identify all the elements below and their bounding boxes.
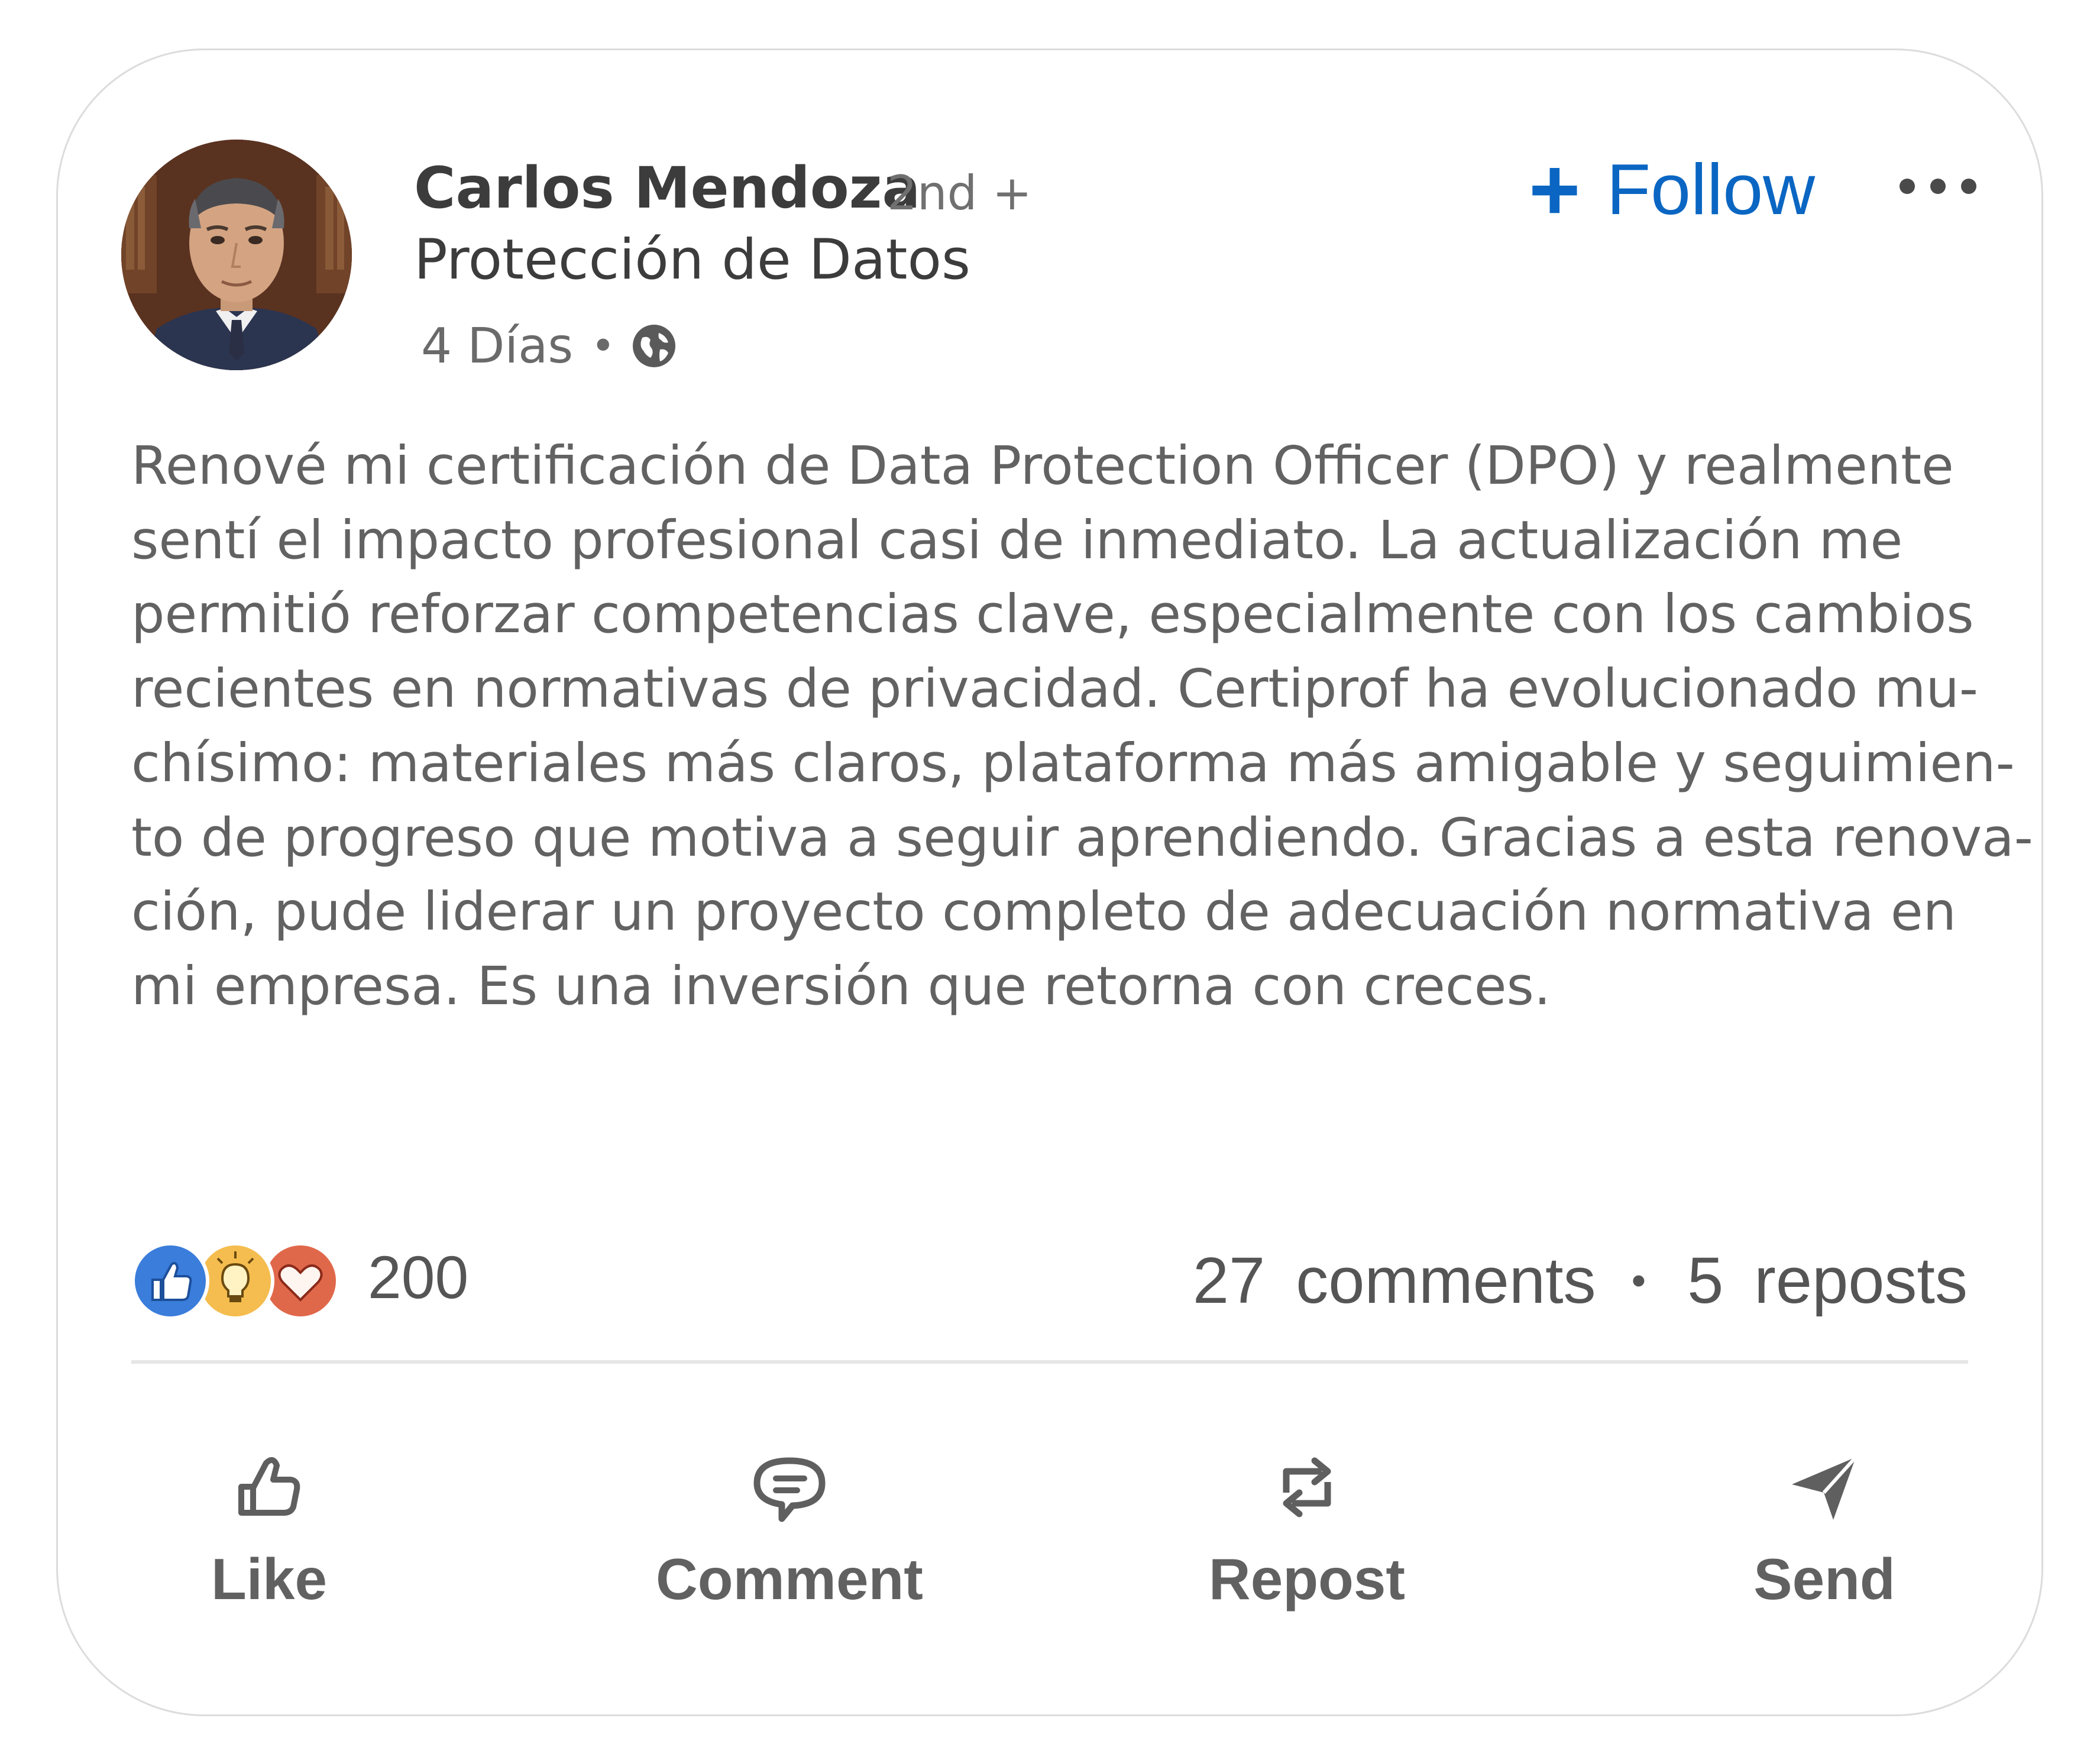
post-body-line: Renové mi certificación de Data Protecti… [131,435,1954,496]
post-body-line: ción, pude liderar un proyecto completo … [131,881,1957,943]
more-dot [1930,179,1946,194]
follow-button[interactable]: + Follow [1529,145,1815,234]
post-meta: 4 Días • [421,313,678,378]
comment-button[interactable]: Comment [642,1443,937,1613]
like-reaction-icon [131,1242,209,1320]
reaction-count: 200 [368,1243,469,1311]
post-body-line: recientes en normativas de privacidad. C… [131,658,1978,720]
social-counts: 27 comments • 5 reposts [1193,1236,1968,1325]
comment-label: Comment [656,1546,923,1612]
comments-link[interactable]: comments [1296,1243,1596,1318]
post-body-line: to de progreso que motiva a seguir apren… [131,806,2033,868]
meta-separator: • [591,322,616,370]
repost-label: Repost [1208,1546,1406,1612]
send-icon [1792,1455,1858,1520]
follow-label: Follow [1606,149,1816,229]
author-avatar[interactable] [121,140,352,370]
post-body-line: chísimo: materiales más claros, platafor… [131,732,2015,794]
avatar-portrait [121,140,352,370]
comments-count[interactable]: 27 [1193,1243,1265,1318]
more-dot [1900,179,1915,194]
connection-degree: 2nd + [887,166,1032,221]
counts-separator: • [1631,1257,1646,1303]
post-body-line: mi empresa. Es una inversión que retorna… [131,954,1551,1017]
post-body-line: sentí el impacto profesional casi de inm… [131,509,1903,571]
like-button[interactable]: Like [121,1443,417,1613]
plus-icon: + [1529,140,1581,239]
reaction-icons [131,1236,344,1320]
author-headline: Protección de Datos [414,228,970,292]
more-options-icon[interactable] [1900,160,1976,213]
send-label: Send [1753,1546,1895,1612]
repost-icon [1283,1457,1331,1517]
author-name[interactable]: Carlos Mendoza [414,155,920,221]
reactions-summary[interactable]: 200 [131,1236,469,1320]
post-timestamp: 4 Días [421,318,574,374]
globe-icon [630,322,678,370]
reposts-link[interactable]: reposts [1754,1243,1968,1318]
comment-icon [753,1457,826,1522]
thumbs-up-icon [238,1457,300,1516]
post-body: Renové mi certificación de Data Protecti… [131,429,2033,1024]
actions-divider [131,1360,1968,1364]
reposts-count[interactable]: 5 [1687,1243,1723,1318]
like-label: Like [211,1546,328,1612]
send-button[interactable]: Send [1677,1443,1972,1613]
repost-button[interactable]: Repost [1159,1443,1455,1613]
more-dot [1961,179,1976,194]
post-body-line: permitió reforzar competencias clave, es… [131,583,1974,645]
